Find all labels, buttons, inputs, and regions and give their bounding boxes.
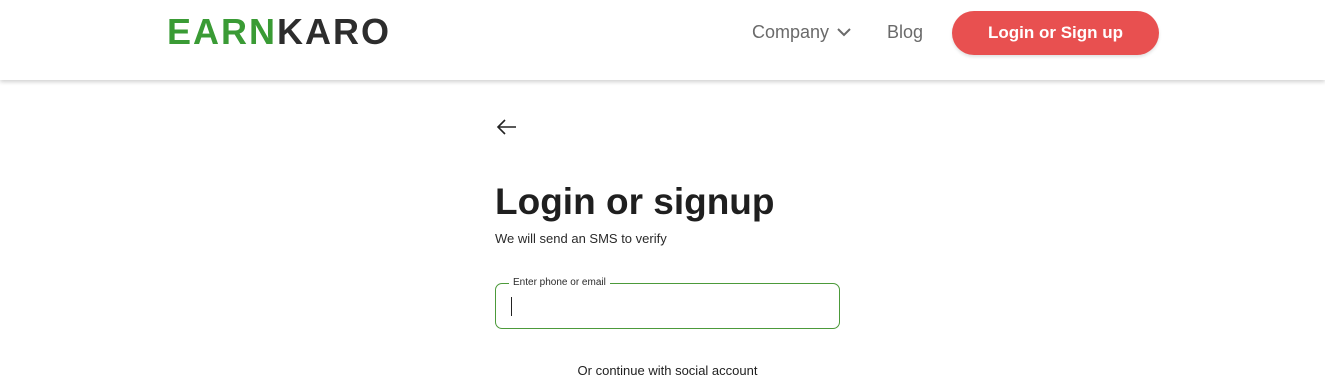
login-signup-button[interactable]: Login or Sign up: [952, 11, 1159, 55]
chevron-down-icon: [837, 28, 851, 37]
phone-email-field[interactable]: Enter phone or email: [495, 276, 840, 329]
page-subtitle: We will send an SMS to verify: [495, 231, 667, 246]
back-arrow-icon[interactable]: [496, 117, 518, 137]
earnkaro-logo[interactable]: EARNKARO: [167, 12, 391, 52]
nav-company-label: Company: [752, 21, 830, 42]
nav-blog-link[interactable]: Blog: [887, 20, 923, 44]
text-caret: [511, 297, 512, 316]
page-title: Login or signup: [495, 181, 775, 222]
phone-email-label: Enter phone or email: [509, 276, 610, 290]
social-login-text: Or continue with social account: [577, 363, 758, 378]
nav-company-dropdown[interactable]: Company: [752, 20, 851, 44]
phone-email-input[interactable]: [510, 296, 820, 318]
logo-karo: KARO: [277, 11, 392, 52]
site-header: EARNKARO Company Blog Login or Sign up: [0, 0, 1325, 80]
logo-earn: EARN: [167, 11, 278, 52]
